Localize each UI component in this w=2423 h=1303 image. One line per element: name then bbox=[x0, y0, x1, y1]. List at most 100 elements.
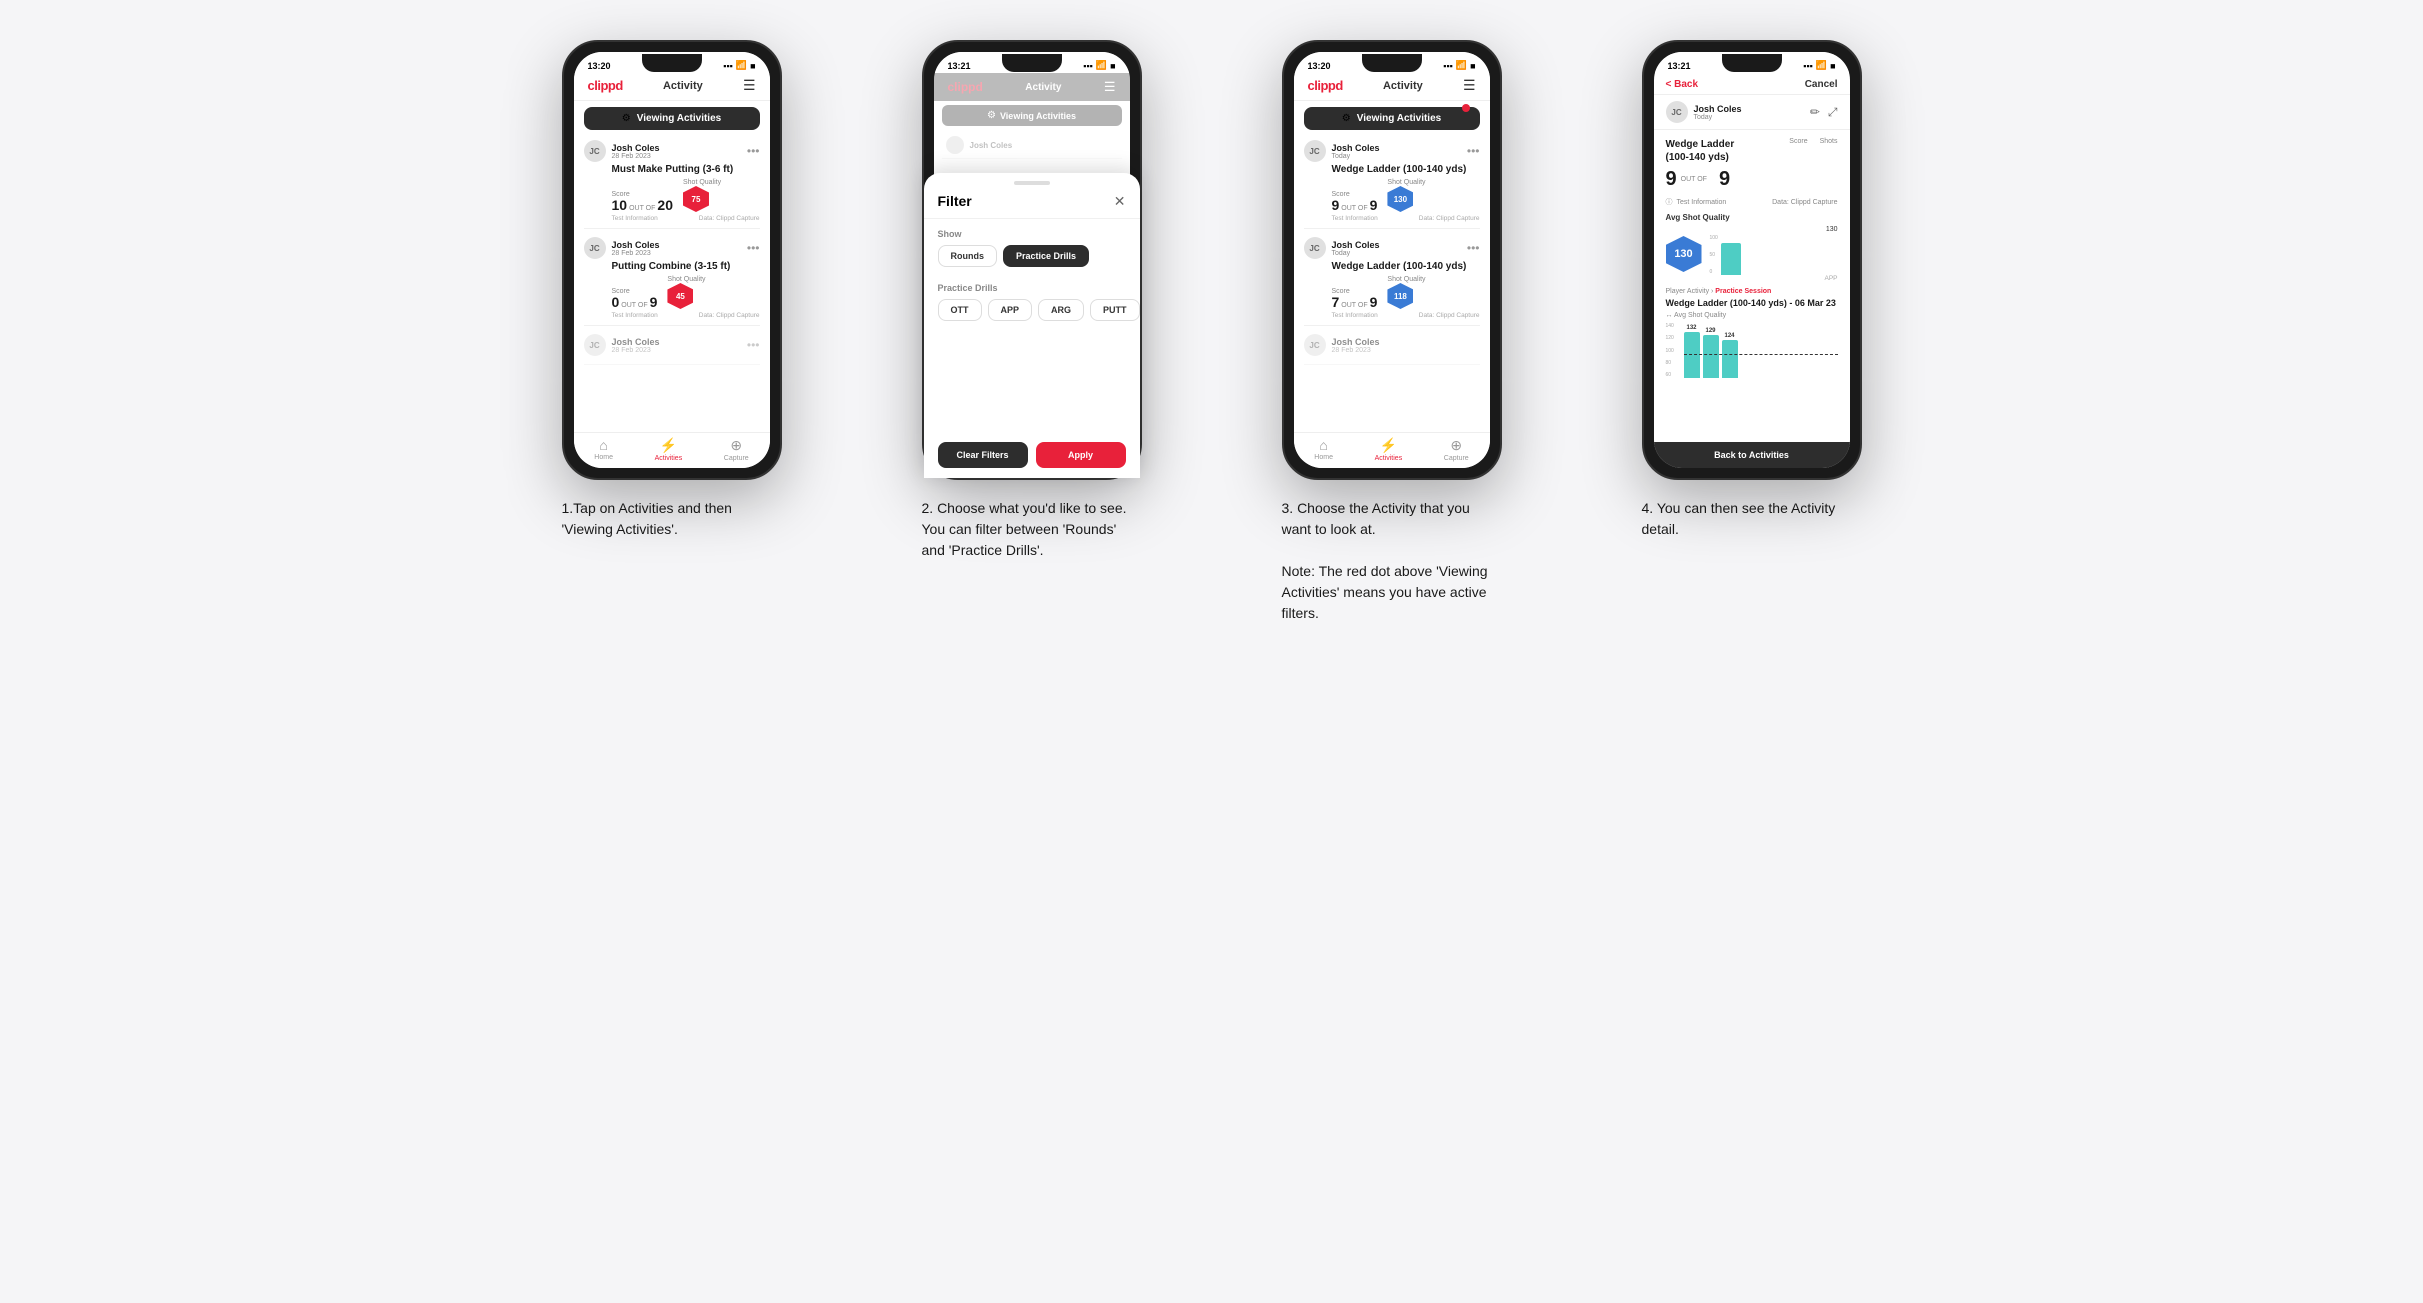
footer-right-3-2: Data: Clippd Capture bbox=[1419, 312, 1480, 319]
status-time-4: 13:21 bbox=[1668, 61, 1691, 71]
dots-menu-3-1[interactable]: ••• bbox=[1467, 144, 1480, 158]
detail-info-row: ⓘ Test Information Data: Clippd Capture bbox=[1666, 197, 1838, 207]
activity-title-1-1: Must Make Putting (3-6 ft) bbox=[612, 164, 760, 175]
status-icons-1: ▪▪▪ 📶 ■ bbox=[723, 60, 755, 71]
filter-pill-putt[interactable]: PUTT bbox=[1090, 299, 1129, 321]
filter-handle bbox=[1014, 181, 1050, 185]
phone-column-2: 13:21 ▪▪▪ 📶 ■ clippd Activity ☰ ⚙ Viewin… bbox=[872, 40, 1192, 624]
avatar-4: JC bbox=[1666, 101, 1688, 123]
shots-value-1-2: 9 bbox=[650, 295, 658, 309]
expand-icon[interactable]: ⤢ bbox=[1828, 105, 1838, 120]
filter-pill-practice-drills[interactable]: Practice Drills bbox=[1003, 245, 1089, 267]
card-header-1-2: JC Josh Coles 28 Feb 2023 ••• bbox=[584, 237, 760, 259]
filter-pill-rounds[interactable]: Rounds bbox=[938, 245, 998, 267]
phone-frame-4: 13:21 ▪▪▪ 📶 ■ < Back Cancel JC bbox=[1642, 40, 1862, 480]
viewing-banner-text-3: Viewing Activities bbox=[1357, 113, 1441, 124]
tab-capture-3[interactable]: ⊕ Capture bbox=[1444, 437, 1469, 462]
back-button[interactable]: < Back bbox=[1666, 79, 1699, 90]
dots-menu-3-2[interactable]: ••• bbox=[1467, 241, 1480, 255]
menu-icon-3[interactable]: ☰ bbox=[1463, 77, 1476, 94]
user-text-4: Josh Coles Today bbox=[1694, 104, 1742, 121]
phone-column-4: 13:21 ▪▪▪ 📶 ■ < Back Cancel JC bbox=[1592, 40, 1912, 624]
status-icons-2: ▪▪▪ 📶 ■ bbox=[1083, 60, 1115, 71]
tab-home-3[interactable]: ⌂ Home bbox=[1314, 437, 1333, 462]
dots-menu-1-2[interactable]: ••• bbox=[747, 241, 760, 255]
filter-footer: Clear Filters Apply bbox=[934, 432, 1130, 468]
activity-card-3-1[interactable]: JC Josh Coles Today ••• Wedge Ladder (10… bbox=[1304, 140, 1480, 229]
phone-notch-4 bbox=[1722, 54, 1782, 72]
app-logo-3: clippd bbox=[1308, 78, 1343, 93]
sq-label-3-2: Shot Quality bbox=[1387, 276, 1425, 283]
user-name-3-1: Josh Coles bbox=[1332, 143, 1380, 153]
shot-quality-hex-1-1: 75 bbox=[683, 186, 709, 212]
card-header-3-1: JC Josh Coles Today ••• bbox=[1304, 140, 1480, 162]
battery-icon-2: ■ bbox=[1110, 61, 1115, 71]
back-to-activities-button[interactable]: Back to Activities bbox=[1654, 442, 1850, 468]
filter-close-icon[interactable]: ✕ bbox=[1114, 193, 1126, 210]
caption-2: 2. Choose what you'd like to see. You ca… bbox=[922, 498, 1142, 561]
tab-capture-label-3: Capture bbox=[1444, 455, 1469, 462]
viewing-banner-3[interactable]: ⚙ Viewing Activities bbox=[1304, 107, 1480, 130]
phone-notch-1 bbox=[642, 54, 702, 72]
user-text-1-3: Josh Coles 28 Feb 2023 bbox=[612, 337, 660, 354]
sq-label-3-1: Shot Quality bbox=[1387, 179, 1425, 186]
score-value-row-3-2: 7 OUT OF 9 bbox=[1332, 295, 1378, 309]
avatar-3-2: JC bbox=[1304, 237, 1326, 259]
cancel-button[interactable]: Cancel bbox=[1805, 79, 1838, 90]
avatar-3-1: JC bbox=[1304, 140, 1326, 162]
avatar-1-2: JC bbox=[584, 237, 606, 259]
edit-icon[interactable]: ✏ bbox=[1810, 105, 1820, 120]
detail-score-row: 9 OUT OF 9 bbox=[1666, 168, 1838, 191]
viewing-banner-1[interactable]: ⚙ Viewing Activities bbox=[584, 107, 760, 130]
detail-user-info: JC Josh Coles Today bbox=[1666, 101, 1742, 123]
filter-title: Filter bbox=[938, 193, 972, 209]
card-footer-3-2: Test Information Data: Clippd Capture bbox=[1332, 312, 1480, 319]
out-of-1-1: OUT OF bbox=[629, 205, 655, 212]
tab-home-1[interactable]: ⌂ Home bbox=[594, 437, 613, 462]
page-container: 13:20 ▪▪▪ 📶 ■ clippd Activity ☰ ⚙ Vie bbox=[512, 40, 1912, 624]
practice-session-label: Practice Session bbox=[1715, 288, 1771, 295]
filter-pill-ott[interactable]: OTT bbox=[938, 299, 982, 321]
capture-icon-3: ⊕ bbox=[1450, 437, 1462, 454]
detail-metric-title: Wedge Ladder(100-140 yds) bbox=[1666, 138, 1735, 164]
viewing-banner-text-1: Viewing Activities bbox=[637, 113, 721, 124]
activity-card-3-2[interactable]: JC Josh Coles Today ••• Wedge Ladder (10… bbox=[1304, 237, 1480, 326]
dots-menu-1-1[interactable]: ••• bbox=[747, 144, 760, 158]
filter-pill-app[interactable]: APP bbox=[988, 299, 1033, 321]
footer-left-1-2: Test Information bbox=[612, 312, 658, 319]
card-footer-1-1: Test Information Data: Clippd Capture bbox=[612, 215, 760, 222]
status-icons-4: ▪▪▪ 📶 ■ bbox=[1803, 60, 1835, 71]
tab-activities-3[interactable]: ⚡ Activities bbox=[1375, 437, 1403, 462]
detail-out-of: OUT OF bbox=[1681, 176, 1707, 183]
status-icons-3: ▪▪▪ 📶 ■ bbox=[1443, 60, 1475, 71]
tab-capture-label-1: Capture bbox=[724, 455, 749, 462]
activity-card-1-2[interactable]: JC Josh Coles 28 Feb 2023 ••• Putting Co… bbox=[584, 237, 760, 326]
filter-pill-arg[interactable]: ARG bbox=[1038, 299, 1084, 321]
tab-activities-1[interactable]: ⚡ Activities bbox=[655, 437, 683, 462]
stats-row-3-2: Score 7 OUT OF 9 Shot Quality 118 bbox=[1332, 276, 1480, 309]
sq-block-1-1: Shot Quality 75 bbox=[683, 179, 721, 212]
avg-shot-quality-title: Avg Shot Quality bbox=[1666, 213, 1838, 222]
user-name-1-3: Josh Coles bbox=[612, 337, 660, 347]
hex-large-4: 130 bbox=[1666, 236, 1702, 272]
user-info-1-2: JC Josh Coles 28 Feb 2023 bbox=[584, 237, 660, 259]
tab-capture-1[interactable]: ⊕ Capture bbox=[724, 437, 749, 462]
drill-title: Wedge Ladder (100-140 yds) - 06 Mar 23 bbox=[1666, 298, 1838, 308]
apply-filters-button[interactable]: Apply bbox=[1036, 442, 1126, 468]
menu-icon-1[interactable]: ☰ bbox=[743, 77, 756, 94]
activity-card-1-1[interactable]: JC Josh Coles 28 Feb 2023 ••• Must Make … bbox=[584, 140, 760, 229]
avatar-1-1: JC bbox=[584, 140, 606, 162]
activity-title-3-1: Wedge Ladder (100-140 yds) bbox=[1332, 164, 1480, 175]
card-footer-1-2: Test Information Data: Clippd Capture bbox=[612, 312, 760, 319]
phone-frame-3: 13:20 ▪▪▪ 📶 ■ clippd Activity ☰ ⚙ Vie bbox=[1282, 40, 1502, 480]
stats-row-3-1: Score 9 OUT OF 9 Shot Quality 130 bbox=[1332, 179, 1480, 212]
score-block-3-2: Score 7 OUT OF 9 bbox=[1332, 288, 1378, 309]
sq-block-1-2: Shot Quality 45 bbox=[667, 276, 705, 309]
user-date-3-3: 28 Feb 2023 bbox=[1332, 347, 1380, 354]
activity-title-1-2: Putting Combine (3-15 ft) bbox=[612, 261, 760, 272]
filter-show-label: Show bbox=[938, 229, 1126, 239]
footer-left-3-1: Test Information bbox=[1332, 215, 1378, 222]
user-info-1-3: JC Josh Coles 28 Feb 2023 bbox=[584, 334, 660, 356]
phone-frame-1: 13:20 ▪▪▪ 📶 ■ clippd Activity ☰ ⚙ Vie bbox=[562, 40, 782, 480]
clear-filters-button[interactable]: Clear Filters bbox=[938, 442, 1028, 468]
